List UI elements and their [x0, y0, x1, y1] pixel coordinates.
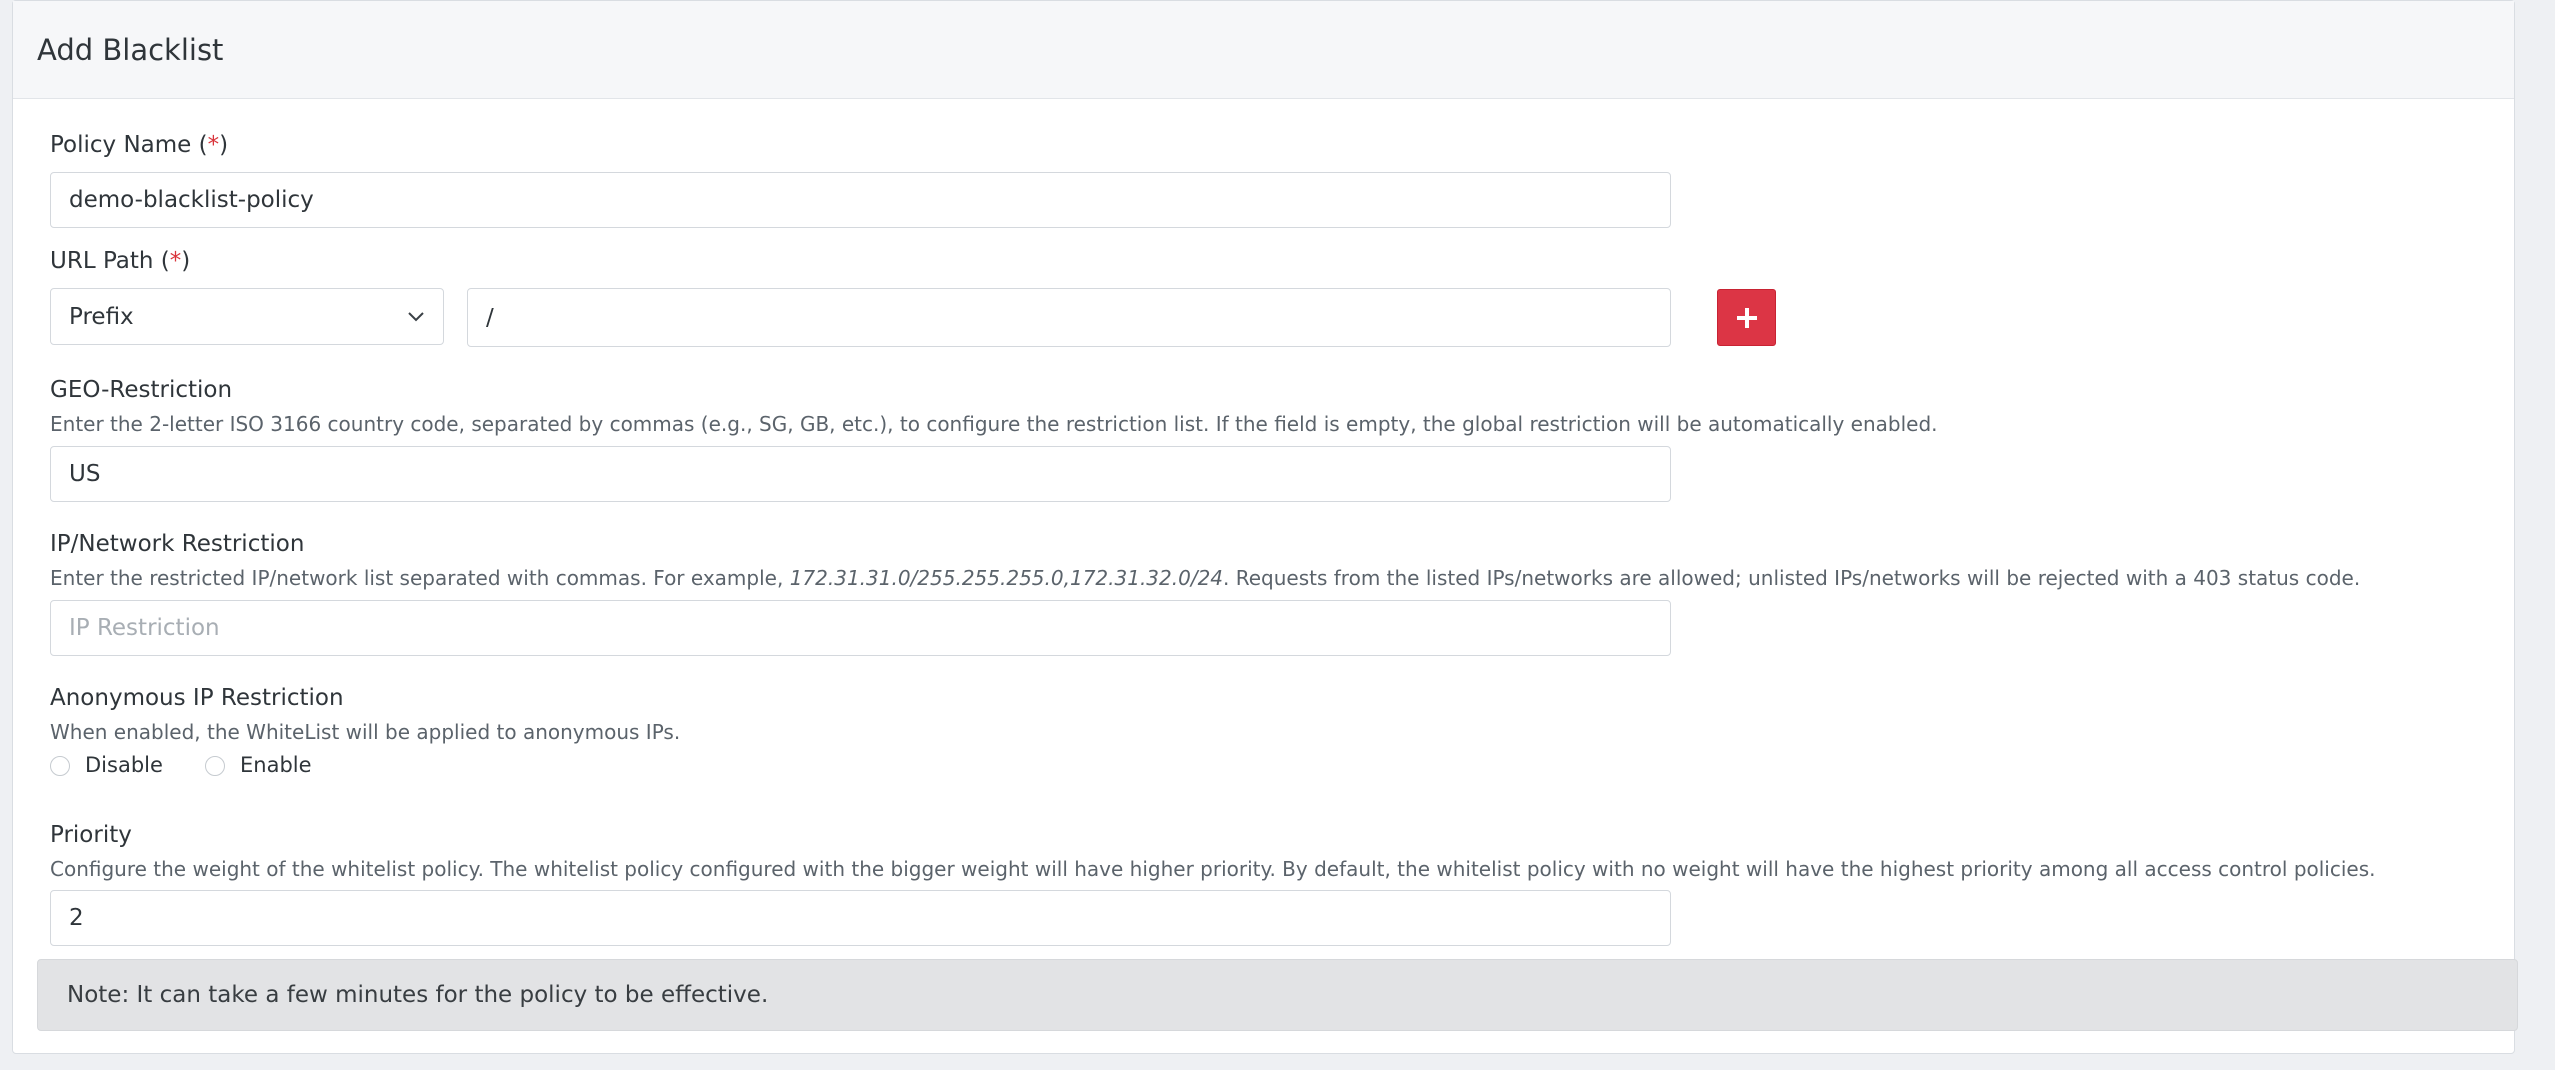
anonymous-ip-label: Anonymous IP Restriction [50, 685, 344, 711]
anonymous-ip-help: When enabled, the WhiteList will be appl… [50, 720, 681, 744]
url-path-input[interactable] [467, 288, 1671, 347]
note-text: Note: It can take a few minutes for the … [67, 982, 769, 1008]
chevron-down-icon [408, 311, 424, 321]
geo-restriction-input[interactable] [50, 446, 1671, 502]
enable-radio[interactable] [205, 756, 225, 776]
disable-radio[interactable] [50, 756, 70, 776]
ip-restriction-input[interactable] [50, 600, 1671, 656]
plus-icon [1736, 307, 1757, 328]
url-match-type-value: Prefix [69, 303, 134, 330]
ip-restriction-label: IP/Network Restriction [50, 531, 305, 557]
priority-input[interactable] [50, 890, 1671, 946]
priority-label: Priority [50, 822, 132, 848]
card-header: Add Blacklist [13, 1, 2514, 99]
url-path-label: URL Path (*) [50, 248, 191, 274]
note-alert: Note: It can take a few minutes for the … [37, 959, 2518, 1031]
policy-name-label: Policy Name (*) [50, 132, 229, 158]
ip-restriction-help: Enter the restricted IP/network list sep… [50, 566, 2361, 590]
disable-radio-label[interactable]: Disable [85, 753, 163, 777]
page-title: Add Blacklist [37, 32, 224, 67]
add-url-path-button[interactable] [1717, 289, 1776, 346]
ip-example: 172.31.31.0/255.255.255.0,172.31.32.0/24 [789, 566, 1224, 590]
enable-radio-label[interactable]: Enable [240, 753, 312, 777]
required-mark: * [207, 132, 220, 158]
add-blacklist-card: Add Blacklist Policy Name (*) URL Path (… [12, 0, 2518, 1054]
geo-restriction-label: GEO-Restriction [50, 377, 233, 403]
url-match-type-select[interactable]: Prefix [50, 288, 444, 345]
required-mark: * [169, 248, 182, 274]
policy-name-input[interactable] [50, 172, 1671, 228]
priority-help: Configure the weight of the whitelist po… [50, 857, 2376, 881]
geo-restriction-help: Enter the 2-letter ISO 3166 country code… [50, 412, 1938, 436]
